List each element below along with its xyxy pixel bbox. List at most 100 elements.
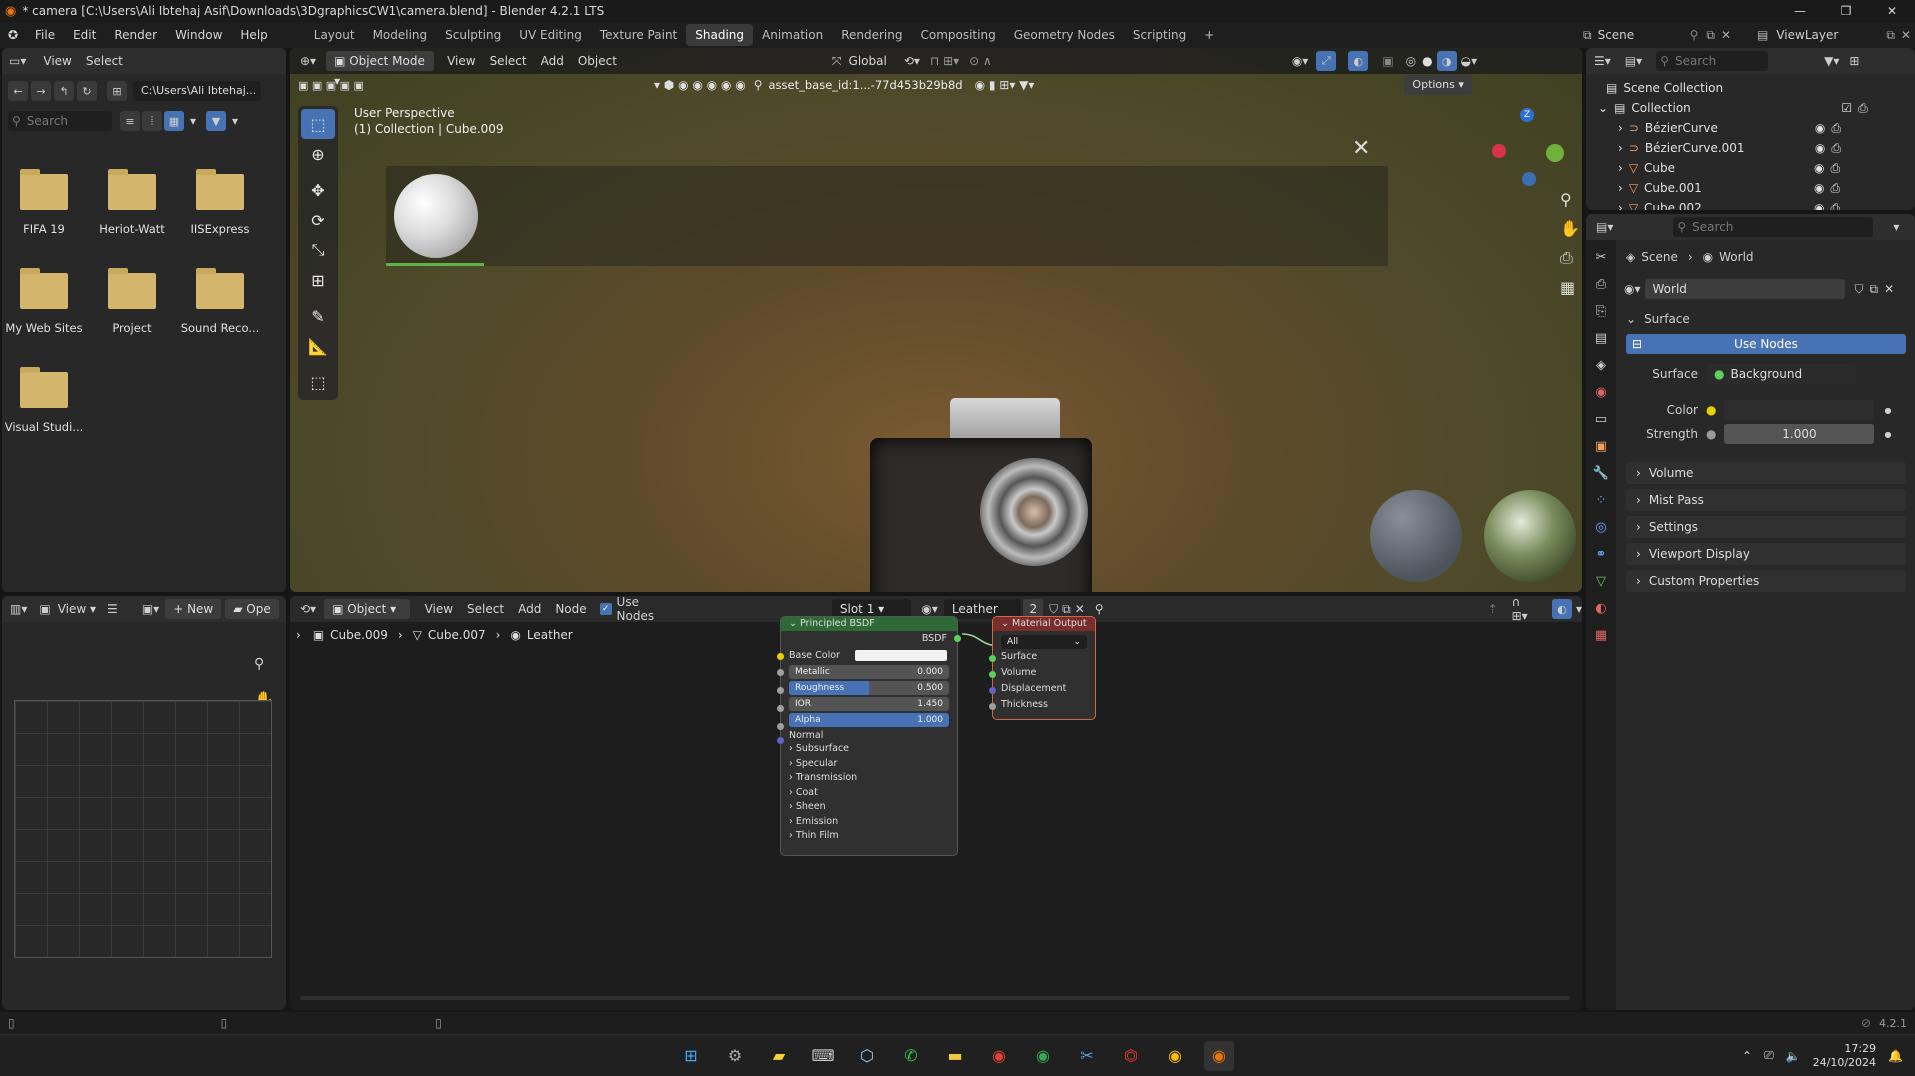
menu-select[interactable]: Select bbox=[79, 54, 130, 68]
blender-menu-icon[interactable]: ✪ bbox=[0, 28, 26, 42]
fake-user-icon[interactable]: ⛉ bbox=[1855, 282, 1864, 297]
eye-icon[interactable]: ◉ bbox=[1815, 121, 1825, 135]
camera-icon[interactable]: ⎙ bbox=[1858, 101, 1868, 116]
scene-selector[interactable]: ⧉ Scene ⚲ ⧉ ✕ bbox=[1583, 25, 1731, 45]
material-browse-icon[interactable]: ◉▾ bbox=[921, 602, 938, 616]
camera-icon[interactable]: ⎙ bbox=[1831, 141, 1841, 156]
material-output-node[interactable]: ⌄ Material Output All ⌄ Surface Volume Di… bbox=[989, 616, 1096, 720]
folder-item[interactable]: Sound Reco... bbox=[180, 268, 260, 335]
surface-socket[interactable] bbox=[989, 655, 996, 662]
move-tool-icon[interactable]: ✥ bbox=[301, 175, 335, 205]
chevron-down-icon[interactable]: ⌄ bbox=[1001, 618, 1009, 629]
new-collection-icon[interactable]: ⊞ bbox=[1849, 54, 1859, 68]
folder-item[interactable]: My Web Sites bbox=[4, 268, 84, 335]
particles-tab-icon[interactable]: ⁘ bbox=[1596, 493, 1607, 508]
wireframe-shading-icon[interactable]: ◎ bbox=[1406, 54, 1416, 68]
sheen-panel[interactable]: › Sheen bbox=[789, 801, 957, 816]
settings-section[interactable]: › Settings bbox=[1626, 516, 1906, 538]
acrobat-icon[interactable]: ⏣ bbox=[1116, 1041, 1146, 1071]
scene-tab-icon[interactable]: ◈ bbox=[1596, 358, 1606, 373]
keyframe-dot-icon[interactable]: ● bbox=[1884, 406, 1891, 415]
options-dropdown[interactable]: Options ▾ bbox=[1404, 75, 1472, 95]
windows-start-icon[interactable]: ⊞ bbox=[676, 1041, 706, 1071]
keyframe-dot-icon[interactable]: ● bbox=[1884, 430, 1891, 439]
menu-edit[interactable]: Edit bbox=[64, 22, 105, 48]
asset-name[interactable]: asset_base_id:1...-77d453b29b8d bbox=[769, 78, 963, 92]
scale-tool-icon[interactable]: ⤡ bbox=[301, 235, 335, 265]
volume-socket[interactable] bbox=[989, 671, 996, 678]
tab-layout[interactable]: Layout bbox=[305, 24, 364, 46]
thumbnails-icon[interactable]: ▦ bbox=[164, 111, 184, 131]
tab-compositing[interactable]: Compositing bbox=[911, 24, 1004, 46]
chevron-right-icon[interactable]: › bbox=[1618, 161, 1623, 175]
add-workspace-button[interactable]: + bbox=[1195, 24, 1223, 46]
network-icon[interactable]: ⎚ bbox=[1764, 1048, 1774, 1063]
minimize-button[interactable]: — bbox=[1777, 4, 1823, 18]
view-layer-tab-icon[interactable]: ▤ bbox=[1595, 331, 1607, 346]
tab-uv-editing[interactable]: UV Editing bbox=[510, 24, 591, 46]
blender-taskbar-icon[interactable]: ◉ bbox=[1204, 1040, 1234, 1071]
virtualbox-icon[interactable]: ⬡ bbox=[852, 1041, 882, 1071]
annotate-tool-icon[interactable]: ✎ bbox=[301, 301, 335, 331]
snap-icon[interactable]: ∩ ⊞▾ bbox=[1512, 596, 1540, 623]
render-tab-icon[interactable]: ⎙ bbox=[1596, 277, 1606, 292]
snipping-tool-icon[interactable]: ✂ bbox=[1072, 1041, 1102, 1071]
chrome-profile-icon[interactable]: ◉ bbox=[1028, 1041, 1058, 1071]
close-window-button[interactable]: ✕ bbox=[1869, 4, 1915, 18]
tab-texture-paint[interactable]: Texture Paint bbox=[591, 24, 686, 46]
principled-bsdf-node[interactable]: ⌄ Principled BSDF BSDF Base Color Metall… bbox=[777, 616, 961, 856]
normal-socket[interactable] bbox=[777, 737, 784, 744]
texture-tab-icon[interactable]: ▦ bbox=[1595, 628, 1607, 643]
mode-dropdown[interactable]: ▣ Object Mode ▾ bbox=[326, 51, 435, 88]
y-axis-icon[interactable] bbox=[1546, 144, 1564, 162]
filter-icon[interactable]: ▼▾ bbox=[1824, 54, 1839, 68]
terminal-icon[interactable]: ⌨ bbox=[808, 1041, 838, 1071]
eye-icon[interactable]: ◉ bbox=[1814, 201, 1824, 210]
editor-type-icon[interactable]: ▭▾ bbox=[9, 54, 26, 68]
object-tab-icon[interactable]: ▣ bbox=[1595, 439, 1607, 454]
back-arrow-icon[interactable]: ← bbox=[8, 81, 28, 101]
scene-collection-row[interactable]: ▤ Scene Collection bbox=[1592, 78, 1909, 98]
asset-dropdown-icon[interactable]: ▾ ⬢ ◉ ◉ ◉ ◉ ◉ bbox=[654, 78, 746, 92]
uv-grid[interactable] bbox=[14, 700, 272, 958]
tool-tab-icon[interactable]: ✂ bbox=[1596, 250, 1607, 265]
gizmo-toggle-icon[interactable]: ⤢ bbox=[1316, 51, 1337, 71]
data-tab-icon[interactable]: ▽ bbox=[1596, 574, 1606, 589]
visibility-icon[interactable]: ◉▾ bbox=[1292, 54, 1309, 68]
maximize-button[interactable]: ❐ bbox=[1823, 4, 1869, 18]
roughness-socket[interactable] bbox=[777, 687, 784, 694]
coat-panel[interactable]: › Coat bbox=[789, 787, 957, 802]
rotate-tool-icon[interactable]: ⟳ bbox=[301, 205, 335, 235]
chevron-right-icon[interactable]: › bbox=[296, 628, 301, 642]
view-mode-icon[interactable]: ▣ bbox=[39, 602, 50, 616]
new-scene-icon[interactable]: ⧉ bbox=[1706, 28, 1715, 43]
material-preview-sphere[interactable] bbox=[394, 174, 478, 258]
properties-editor-icon[interactable]: ▤▾ bbox=[1596, 220, 1613, 234]
pivot-icon[interactable]: ⟲▾ bbox=[904, 54, 920, 68]
neg-z-axis-icon[interactable] bbox=[1522, 172, 1536, 186]
delete-scene-icon[interactable]: ✕ bbox=[1721, 28, 1731, 42]
camera-icon[interactable]: ⎙ bbox=[1831, 121, 1841, 136]
pan-hand-icon[interactable]: ✋ bbox=[1560, 219, 1580, 238]
new-folder-icon[interactable]: ⊞ bbox=[107, 81, 127, 101]
view-layer-selector[interactable]: ▤ ViewLayer ⧉ ✕ bbox=[1757, 25, 1911, 45]
notification-bell-icon[interactable]: 🔔 bbox=[1888, 1049, 1903, 1063]
transmission-panel[interactable]: › Transmission bbox=[789, 772, 957, 787]
snap-icon[interactable]: ⊓ ⊞▾ bbox=[930, 54, 959, 68]
camera-icon[interactable]: ⎙ bbox=[1831, 201, 1841, 211]
parent-dir-icon[interactable]: ↰ bbox=[54, 81, 74, 101]
eye-icon[interactable]: ◉ bbox=[1814, 161, 1824, 175]
thin-film-panel[interactable]: › Thin Film bbox=[789, 830, 957, 845]
tab-sculpting[interactable]: Sculpting bbox=[436, 24, 510, 46]
folder-item[interactable]: FIFA 19 bbox=[4, 169, 84, 236]
overlay-toggle-icon[interactable]: ◐ bbox=[1348, 51, 1369, 71]
zoom-icon[interactable]: ⚲ bbox=[1560, 190, 1580, 209]
unlink-icon[interactable]: ✕ bbox=[1884, 282, 1894, 296]
menu-node[interactable]: Node bbox=[548, 602, 593, 616]
image-browse-icon[interactable]: ▣▾ bbox=[142, 602, 159, 616]
menu-add[interactable]: Add bbox=[534, 54, 571, 68]
constraints-tab-icon[interactable]: ⚭ bbox=[1596, 547, 1607, 562]
properties-search-input[interactable]: ⚲ Search bbox=[1673, 217, 1874, 237]
material-shading-icon[interactable]: ◑ bbox=[1436, 51, 1457, 71]
shader-type-dropdown[interactable]: ▣ Object ▾ bbox=[324, 599, 410, 619]
